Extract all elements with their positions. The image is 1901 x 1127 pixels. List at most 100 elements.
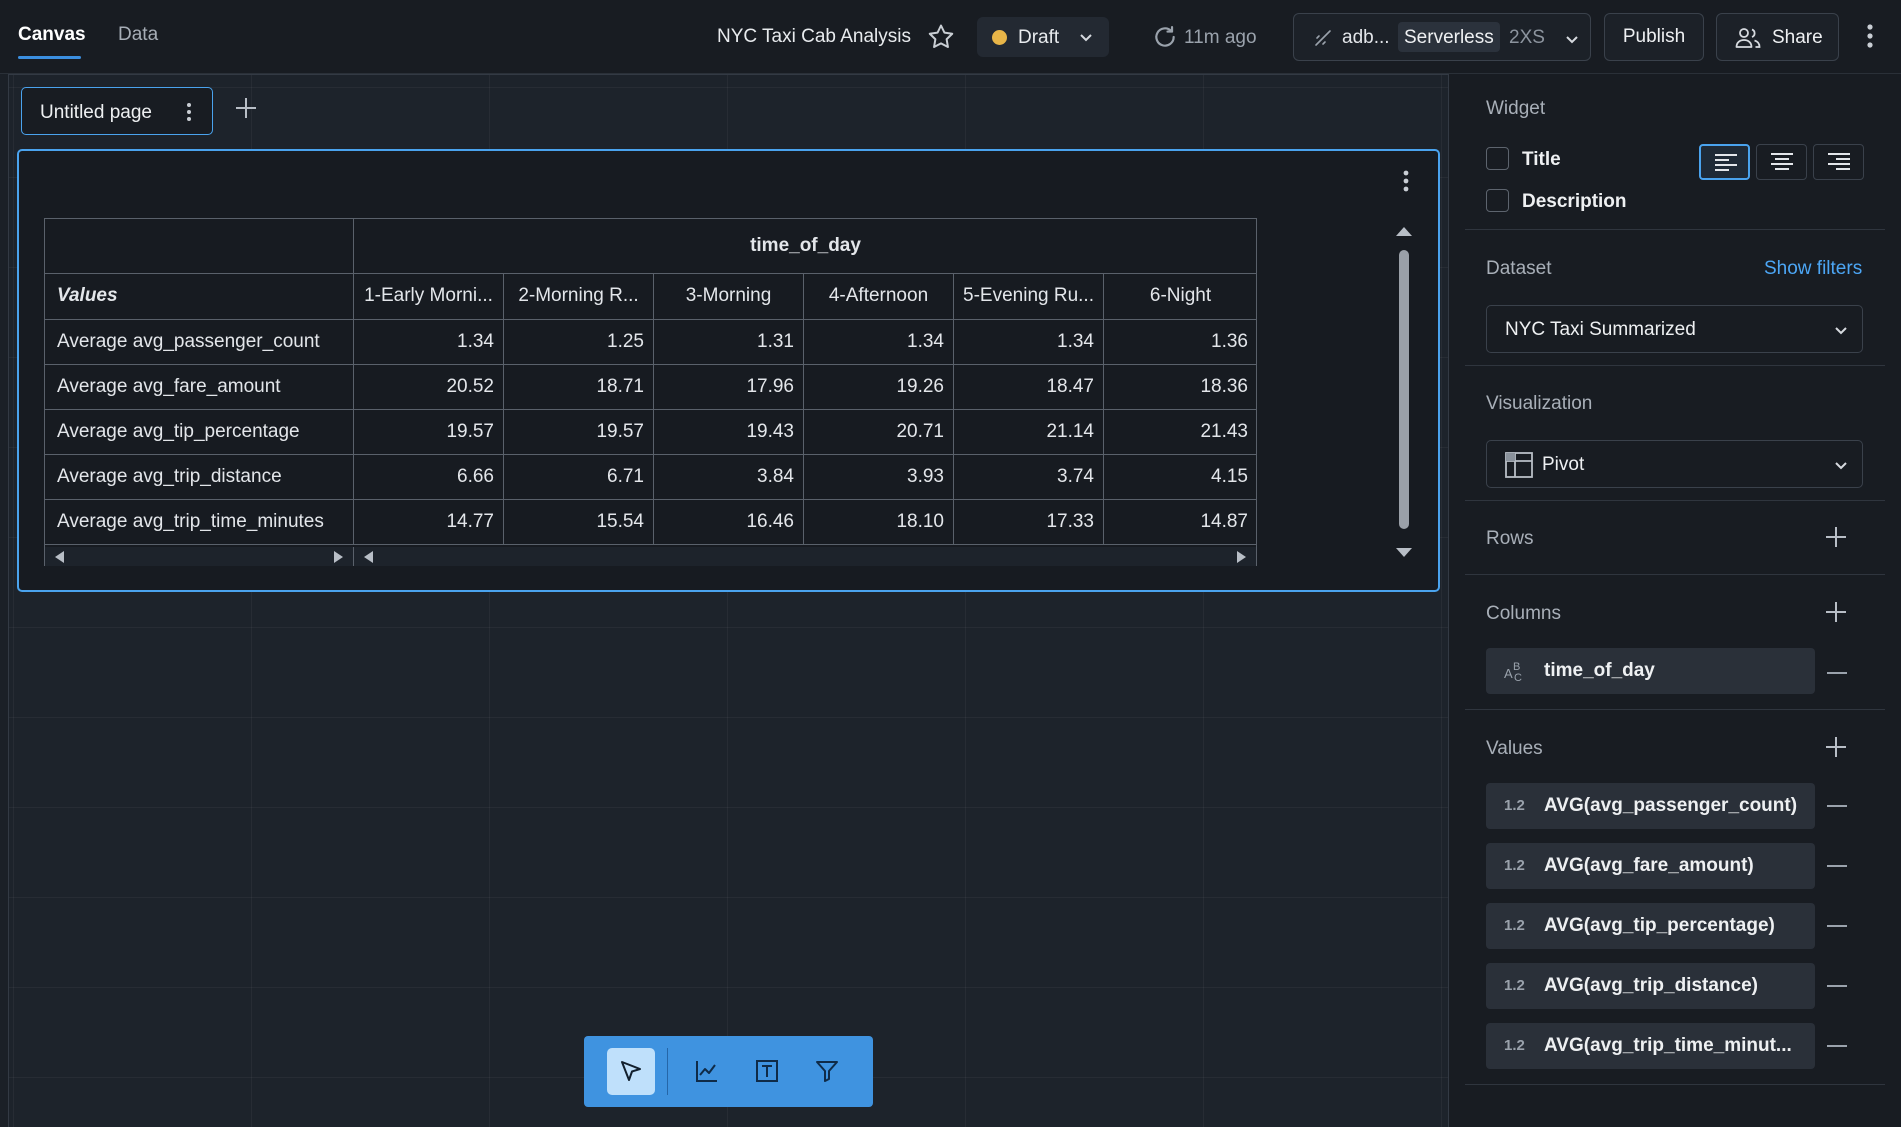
pivot-value-cell: 1.36 (1104, 320, 1257, 365)
disconnected-link-icon (1315, 30, 1331, 46)
page-tab-label: Untitled page (40, 102, 152, 123)
draft-status-dropdown[interactable]: Draft (977, 17, 1109, 57)
align-center-icon (1771, 153, 1793, 170)
value-field-name: AVG(avg_passenger_count) (1544, 795, 1798, 816)
remove-value-minus-icon[interactable] (1827, 925, 1847, 927)
scroll-down-arrow-icon[interactable] (1396, 548, 1412, 558)
rows-section-title: Rows (1486, 528, 1534, 549)
chevron-down-icon (1080, 34, 1092, 42)
numeric-type-icon: 1.2 (1504, 797, 1525, 814)
chevron-down-icon (1835, 462, 1847, 470)
add-row-plus-icon[interactable] (1825, 526, 1847, 548)
value-field-name: AVG(avg_fare_amount) (1544, 855, 1754, 876)
pivot-value-cell: 14.77 (354, 500, 504, 545)
pivot-widget[interactable]: time_of_day Values 1-Early Morni... 2-Mor… (17, 149, 1440, 592)
pivot-value-cell: 3.93 (804, 455, 954, 500)
vertical-scrollbar-thumb[interactable] (1399, 250, 1409, 529)
numeric-type-icon: 1.2 (1504, 977, 1525, 994)
svg-text:C: C (1514, 672, 1522, 682)
description-checkbox[interactable] (1486, 189, 1509, 212)
value-field-chip[interactable]: 1.2 AVG(avg_passenger_count) (1486, 783, 1815, 829)
scroll-left-arrow-icon[interactable] (55, 551, 65, 563)
divider (1465, 574, 1885, 575)
horizontal-scrollbar-left[interactable] (45, 547, 354, 566)
divider (1465, 365, 1885, 366)
divider (1465, 1084, 1885, 1085)
add-text-tool-button[interactable] (743, 1048, 791, 1095)
chevron-down-icon (1835, 327, 1847, 335)
pivot-table: time_of_day Values 1-Early Morni... 2-Mor… (44, 218, 1257, 566)
pivot-value-cell: 1.34 (804, 320, 954, 365)
show-filters-link[interactable]: Show filters (1764, 258, 1862, 280)
warehouse-type-badge: Serverless (1398, 22, 1500, 52)
tab-canvas[interactable]: Canvas (18, 24, 86, 46)
scroll-right-arrow-icon[interactable] (333, 551, 343, 563)
more-options-kebab-icon[interactable] (1866, 22, 1874, 50)
warehouse-selector[interactable]: adb... Serverless 2XS (1293, 13, 1591, 61)
dataset-select[interactable]: NYC Taxi Summarized (1486, 305, 1863, 353)
share-label: Share (1772, 27, 1823, 48)
value-field-name: AVG(avg_tip_percentage) (1544, 915, 1775, 936)
add-chart-tool-button[interactable] (683, 1048, 731, 1095)
pivot-value-cell: 18.71 (504, 365, 654, 410)
align-right-button[interactable] (1813, 144, 1864, 180)
divider (1465, 709, 1885, 710)
horizontal-scrollbar-right[interactable] (354, 547, 1256, 566)
line-chart-icon (696, 1061, 717, 1082)
add-page-plus-icon[interactable] (234, 96, 258, 120)
pivot-value-cell: 18.36 (1104, 365, 1257, 410)
column-field-chip[interactable]: ABC time_of_day (1486, 648, 1815, 694)
pivot-value-cell: 20.52 (354, 365, 504, 410)
add-column-plus-icon[interactable] (1825, 601, 1847, 623)
select-tool-button[interactable] (607, 1048, 655, 1095)
align-center-button[interactable] (1756, 144, 1807, 180)
active-tab-indicator (18, 56, 81, 59)
add-value-plus-icon[interactable] (1825, 736, 1847, 758)
favorite-star-icon[interactable] (926, 22, 956, 52)
page-options-kebab-icon[interactable] (185, 101, 193, 123)
scroll-left-arrow-icon[interactable] (364, 551, 374, 563)
remove-value-minus-icon[interactable] (1827, 805, 1847, 807)
scroll-right-arrow-icon[interactable] (1236, 551, 1246, 563)
draft-status-label: Draft (1018, 27, 1060, 48)
dataset-select-value: NYC Taxi Summarized (1505, 319, 1696, 340)
title-checkbox[interactable] (1486, 147, 1509, 170)
share-button[interactable]: Share (1716, 13, 1839, 61)
value-field-chip[interactable]: 1.2 AVG(avg_trip_distance) (1486, 963, 1815, 1009)
pivot-column-header: 3-Morning (654, 274, 804, 320)
remove-value-minus-icon[interactable] (1827, 985, 1847, 987)
page-tab[interactable]: Untitled page (21, 87, 213, 135)
pivot-value-cell: 18.10 (804, 500, 954, 545)
scroll-up-arrow-icon[interactable] (1396, 226, 1412, 236)
pivot-column-field-header: time_of_day (354, 219, 1257, 274)
last-refresh-time: 11m ago (1184, 27, 1257, 48)
remove-column-minus-icon[interactable] (1827, 672, 1847, 674)
value-field-chip[interactable]: 1.2 AVG(avg_fare_amount) (1486, 843, 1815, 889)
tab-data[interactable]: Data (118, 24, 158, 46)
refresh-icon[interactable] (1152, 24, 1178, 50)
pivot-value-cell: 17.33 (954, 500, 1104, 545)
remove-value-minus-icon[interactable] (1827, 1045, 1847, 1047)
value-field-chip[interactable]: 1.2 AVG(avg_trip_time_minut... (1486, 1023, 1815, 1069)
align-right-icon (1828, 153, 1850, 170)
widget-options-kebab-icon[interactable] (1402, 169, 1410, 193)
warehouse-name: adb... (1342, 27, 1390, 48)
cursor-arrow-icon (621, 1061, 641, 1081)
pivot-value-cell: 16.46 (654, 500, 804, 545)
value-field-chip[interactable]: 1.2 AVG(avg_tip_percentage) (1486, 903, 1815, 949)
pivot-values-header: Values (45, 274, 354, 320)
pivot-value-cell: 6.71 (504, 455, 654, 500)
add-filter-tool-button[interactable] (803, 1048, 851, 1095)
dataset-section-title: Dataset (1486, 258, 1552, 279)
widget-config-panel: Widget Title Description Dataset Show fi… (1449, 74, 1901, 1127)
remove-value-minus-icon[interactable] (1827, 865, 1847, 867)
align-left-button[interactable] (1699, 144, 1750, 180)
publish-button[interactable]: Publish (1604, 13, 1704, 61)
vertical-scrollbar[interactable] (1393, 218, 1415, 566)
visualization-section-title: Visualization (1486, 393, 1593, 414)
pivot-value-cell: 18.47 (954, 365, 1104, 410)
dashboard-title[interactable]: NYC Taxi Cab Analysis (717, 26, 911, 48)
visualization-select[interactable]: Pivot (1486, 440, 1863, 488)
numeric-type-icon: 1.2 (1504, 917, 1525, 934)
dashboard-canvas[interactable]: Untitled page time_of_day Values 1-Early… (8, 74, 1449, 1127)
